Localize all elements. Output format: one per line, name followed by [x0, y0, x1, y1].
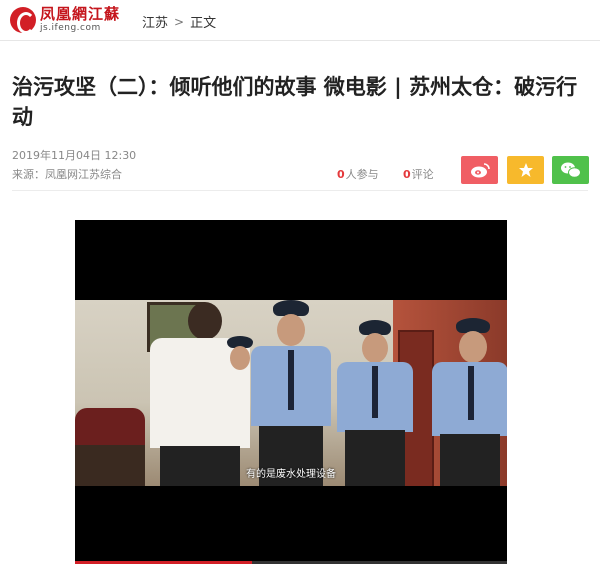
video-progress-fill: [75, 561, 253, 564]
ifeng-logo-icon: [10, 7, 36, 34]
logo-domain: js.ifeng.com: [40, 23, 101, 33]
breadcrumb-chevron-icon: >: [174, 14, 185, 29]
logo-chinese: 凤凰網江蘇: [40, 5, 121, 23]
participants-number: 0: [337, 168, 345, 181]
weibo-icon: [470, 162, 490, 177]
article-source: 来源：凤凰网江苏综合: [12, 168, 122, 181]
logo-text: 凤凰網江蘇 js.ifeng.com: [40, 7, 120, 33]
video-frame: [75, 300, 507, 486]
site-logo[interactable]: 凤凰網江蘇 js.ifeng.com: [10, 5, 120, 35]
comments-label: 评论: [411, 168, 434, 181]
breadcrumb-jiangsu[interactable]: 江苏: [142, 12, 168, 31]
star-icon: [518, 163, 533, 177]
wechat-icon: [560, 162, 581, 178]
participants-label: 人参与: [345, 168, 379, 181]
comments-number: 0: [403, 168, 411, 181]
breadcrumb: 江苏 > 正文: [142, 12, 217, 32]
participants-count[interactable]: 0人参与: [337, 166, 379, 182]
share-wechat-button[interactable]: [552, 156, 589, 184]
meta-divider: [12, 190, 588, 191]
article-title: 治污攻坚（二）：倾听他们的故事 微电影 | 苏州太仓：破污行动: [12, 75, 578, 129]
breadcrumb-current: 正文: [190, 16, 217, 31]
video-progress-bar[interactable]: [75, 561, 507, 564]
video-player[interactable]: 有的是废水处理设备: [75, 220, 507, 564]
publish-date: 2019年11月04日 12:30: [12, 149, 137, 162]
favorite-button[interactable]: [507, 156, 544, 184]
share-weibo-button[interactable]: [461, 156, 498, 184]
comments-count[interactable]: 0评论: [403, 166, 434, 182]
site-header: 凤凰網江蘇 js.ifeng.com 江苏 > 正文: [0, 0, 600, 41]
video-subtitle: 有的是废水处理设备: [246, 469, 336, 480]
sofa: [75, 408, 145, 448]
